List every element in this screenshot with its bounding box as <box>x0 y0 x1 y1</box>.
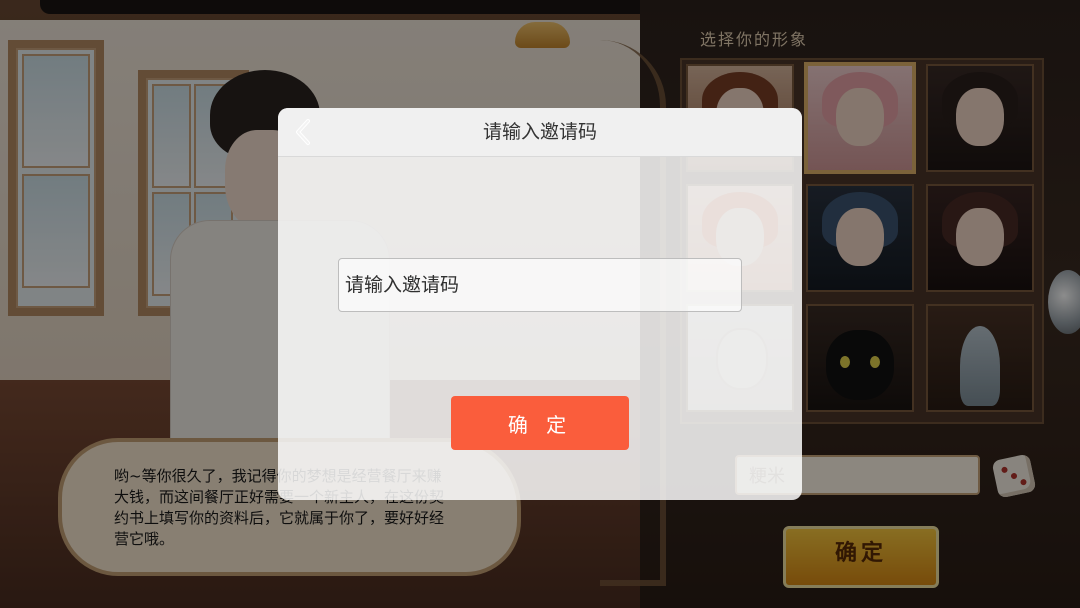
invite-code-dialog: 请输入邀请码 确 定 <box>278 108 802 500</box>
dialog-header: 请输入邀请码 <box>278 108 802 157</box>
invite-code-input[interactable] <box>338 258 742 312</box>
confirm-button[interactable]: 确 定 <box>451 396 629 450</box>
dialog-title: 请输入邀请码 <box>482 121 597 143</box>
